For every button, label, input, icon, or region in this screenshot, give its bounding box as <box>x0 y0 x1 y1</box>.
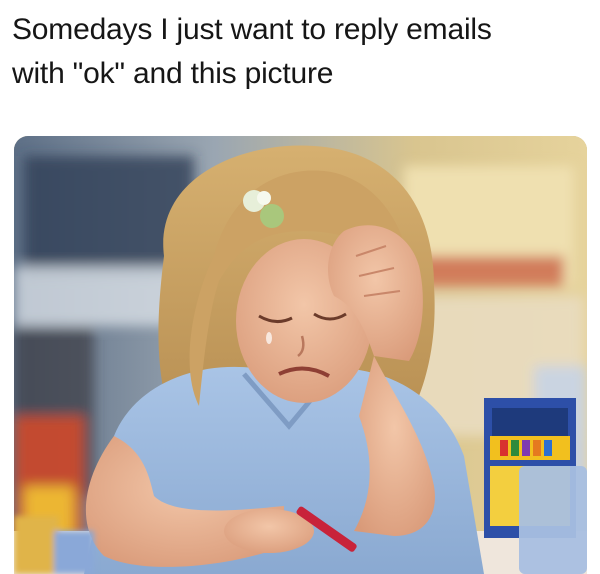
caption-line-1: Somedays I just want to reply emails <box>12 13 492 46</box>
crying-girl-illustration <box>14 136 587 574</box>
meme-caption: Somedays I just want to reply emails wit… <box>12 8 592 96</box>
caption-line-2: with "ok" and this picture <box>12 57 334 90</box>
tear <box>266 332 272 344</box>
blue-cup <box>519 466 587 574</box>
meme-photo <box>14 136 587 574</box>
